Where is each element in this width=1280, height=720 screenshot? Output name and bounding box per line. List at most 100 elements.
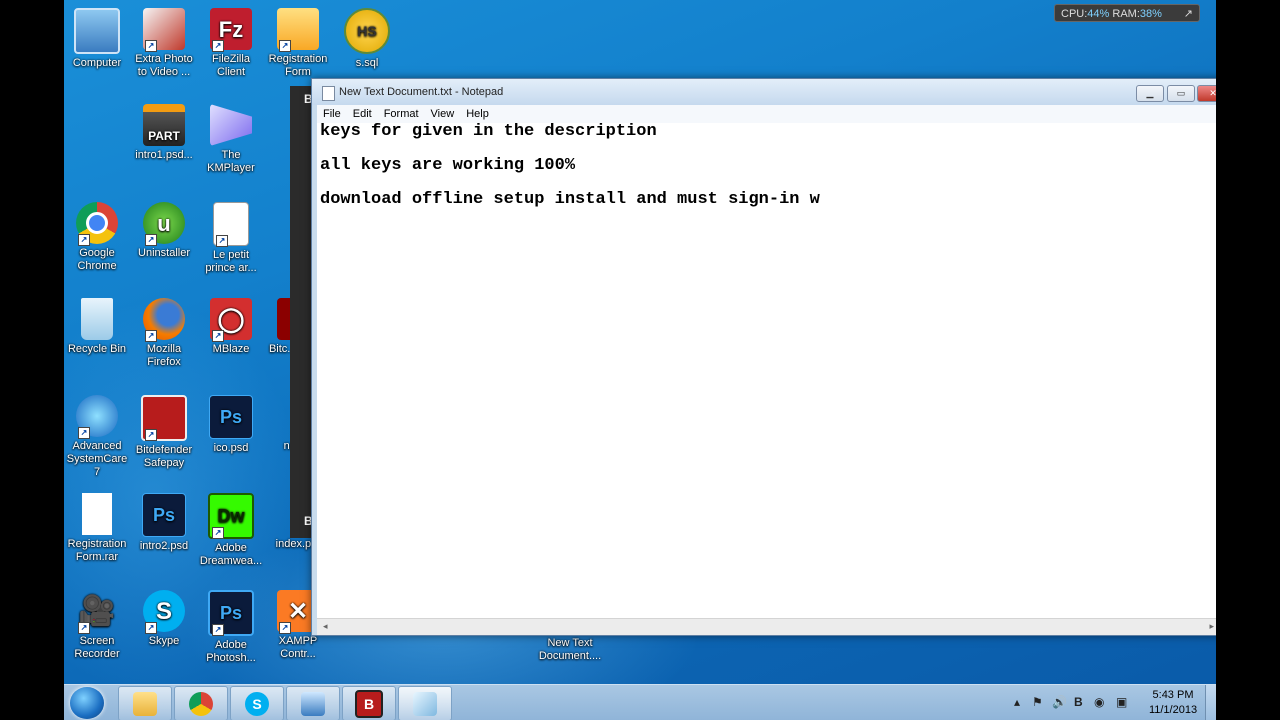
- menu-edit[interactable]: Edit: [347, 105, 378, 120]
- scroll-right-icon[interactable]: ▸: [1209, 621, 1214, 632]
- desktop-icon-kmplayer[interactable]: The KMPlayer: [198, 104, 264, 175]
- icon-label: New Text Document....: [538, 637, 602, 662]
- menu-help[interactable]: Help: [460, 105, 495, 120]
- maximize-button[interactable]: ▭: [1167, 85, 1195, 102]
- cpu-value: 44%: [1087, 8, 1110, 20]
- taskbar-media[interactable]: [286, 686, 340, 720]
- window-title: New Text Document.txt - Notepad: [339, 86, 504, 98]
- text-line: all keys are working 100%: [320, 156, 576, 175]
- skype-icon: S: [245, 691, 269, 716]
- desktop-icon-registration-form[interactable]: ↗ Registration Form: [265, 8, 331, 79]
- desktop-icon-photoshop[interactable]: Ps ↗ Adobe Photosh...: [198, 590, 264, 665]
- file-icon: [82, 493, 112, 535]
- desktop-icon-dreamweaver[interactable]: Dw ↗ Adobe Dreamwea...: [198, 493, 264, 568]
- volume-icon[interactable]: 🔊: [1052, 695, 1067, 709]
- icon-label: intro2.psd: [139, 540, 189, 552]
- icon-label: Extra Photo to Video ...: [135, 53, 193, 78]
- desktop-icon-le-petit-prince[interactable]: ↗ Le petit prince ar...: [198, 202, 264, 275]
- desktop-icon-ico-psd[interactable]: Ps ico.psd: [198, 395, 264, 455]
- firefox-icon: ↗: [143, 298, 185, 342]
- archive-part-icon: PART: [143, 104, 185, 146]
- menu-format[interactable]: Format: [378, 105, 425, 120]
- icon-label: The KMPlayer: [207, 149, 255, 174]
- icon-label: Le petit prince ar...: [205, 249, 257, 274]
- flag-icon[interactable]: ⚑: [1032, 695, 1043, 709]
- camera-icon: 🎥 ↗: [78, 594, 116, 634]
- desktop-icon-new-text-document[interactable]: New Text Document....: [534, 637, 606, 663]
- close-button[interactable]: ✕: [1197, 85, 1216, 102]
- system-tray: ▴ ⚑ 🔊 B ◉ ▣: [1006, 685, 1136, 720]
- icon-label: Skype: [148, 635, 180, 647]
- network-icon[interactable]: ◉: [1094, 695, 1104, 709]
- kmplayer-icon: [210, 104, 252, 146]
- clock-date: 11/1/2013: [1148, 704, 1198, 716]
- desktop-icon-advanced-systemcare[interactable]: ↗ Advanced SystemCare 7: [64, 395, 130, 479]
- icon-label: Adobe Dreamwea...: [199, 542, 263, 567]
- folder-icon: ↗: [277, 8, 319, 52]
- desktop-icon-registration-form-rar[interactable]: Registration Form.rar: [64, 493, 130, 564]
- desktop-icon-skype[interactable]: S ↗ Skype: [131, 590, 197, 648]
- desktop-icon-mozilla-firefox[interactable]: ↗ Mozilla Firefox: [131, 298, 197, 369]
- scroll-left-icon[interactable]: ◂: [323, 621, 328, 632]
- desktop-icon-uninstaller[interactable]: u ↗ Uninstaller: [131, 202, 197, 260]
- menu-view[interactable]: View: [425, 105, 461, 120]
- desktop-icon-intro2[interactable]: Ps intro2.psd: [131, 493, 197, 553]
- minimize-button[interactable]: ▁: [1136, 85, 1164, 102]
- ram-value: 38%: [1139, 8, 1162, 20]
- clock[interactable]: 5:43 PM 11/1/2013: [1140, 688, 1206, 718]
- icon-label: s.sql: [355, 57, 379, 69]
- chrome-icon: [189, 691, 213, 716]
- icon-label: XAMPP Contr...: [278, 635, 318, 660]
- desktop-icon-computer[interactable]: Computer: [64, 8, 130, 70]
- desktop-icon-screen-recorder[interactable]: 🎥 ↗ Screen Recorder: [64, 590, 130, 661]
- sql-file-icon: HS: [344, 8, 390, 54]
- taskbar-explorer[interactable]: [118, 686, 172, 720]
- skype-icon: S ↗: [143, 590, 185, 634]
- notepad-window[interactable]: New Text Document.txt - Notepad ▁ ▭ ✕ Fi…: [311, 78, 1216, 636]
- system-monitor-gadget[interactable]: CPU:44% RAM:38% ↗: [1054, 4, 1200, 22]
- taskbar-notepad[interactable]: [398, 686, 452, 720]
- photoshop-file-icon: Ps: [142, 493, 186, 537]
- photoshop-icon: Ps ↗: [208, 590, 254, 636]
- desktop: CPU:44% RAM:38% ↗ Computer ↗ Google Chro…: [64, 0, 1216, 720]
- dreamweaver-icon: Dw ↗: [208, 493, 254, 539]
- display-icon[interactable]: ▣: [1116, 695, 1127, 709]
- taskbar-skype[interactable]: S: [230, 686, 284, 720]
- icon-label: Recycle Bin: [67, 343, 127, 355]
- desktop-icon-google-chrome[interactable]: ↗ Google Chrome: [64, 202, 130, 273]
- text-line: download offline setup install and must …: [320, 190, 820, 209]
- desktop-icon-intro1[interactable]: PART intro1.psd...: [131, 104, 197, 162]
- notepad-icon: [413, 691, 437, 716]
- desktop-icon-mblaze[interactable]: ◯ ↗ MBlaze: [198, 298, 264, 356]
- menu-file[interactable]: File: [317, 105, 347, 120]
- photo-video-icon: ↗: [143, 8, 185, 52]
- screen-icon: [301, 691, 325, 716]
- show-hidden-icons-icon[interactable]: ▴: [1014, 695, 1020, 709]
- icon-label: Bitdefender Safepay: [135, 444, 193, 469]
- icon-label: Adobe Photosh...: [206, 639, 256, 664]
- desktop-icon-s-sql[interactable]: HS s.sql: [334, 8, 400, 70]
- text-editor[interactable]: keys for given in the description all ke…: [317, 123, 1216, 619]
- icon-label: Mozilla Firefox: [146, 343, 182, 368]
- recycle-bin-icon: [81, 298, 113, 340]
- start-button[interactable]: [70, 687, 104, 719]
- horizontal-scrollbar[interactable]: ◂ ▸: [317, 618, 1216, 635]
- photoshop-file-icon: Ps: [209, 395, 253, 439]
- show-desktop-button[interactable]: [1205, 685, 1216, 720]
- uninstaller-icon: u ↗: [143, 202, 185, 246]
- chrome-icon: ↗: [76, 202, 118, 246]
- folder-icon: [133, 691, 157, 716]
- desktop-icon-bitdefender-safepay[interactable]: ↗ Bitdefender Safepay: [131, 395, 197, 470]
- ram-label: RAM:: [1112, 8, 1140, 20]
- filezilla-icon: Fz ↗: [210, 8, 252, 52]
- desktop-icon-extra-photo[interactable]: ↗ Extra Photo to Video ...: [131, 8, 197, 79]
- bitdefender-tray-icon[interactable]: B: [1074, 695, 1083, 709]
- taskbar-chrome[interactable]: [174, 686, 228, 720]
- icon-label: Advanced SystemCare 7: [66, 440, 128, 478]
- title-bar[interactable]: New Text Document.txt - Notepad ▁ ▭ ✕: [312, 79, 1216, 105]
- taskbar-bitdefender[interactable]: B: [342, 686, 396, 720]
- expand-icon[interactable]: ↗: [1184, 5, 1193, 23]
- desktop-icon-recycle-bin[interactable]: Recycle Bin: [64, 298, 130, 356]
- desktop-icon-filezilla[interactable]: Fz ↗ FileZilla Client: [198, 8, 264, 79]
- icon-label: Computer: [72, 57, 122, 69]
